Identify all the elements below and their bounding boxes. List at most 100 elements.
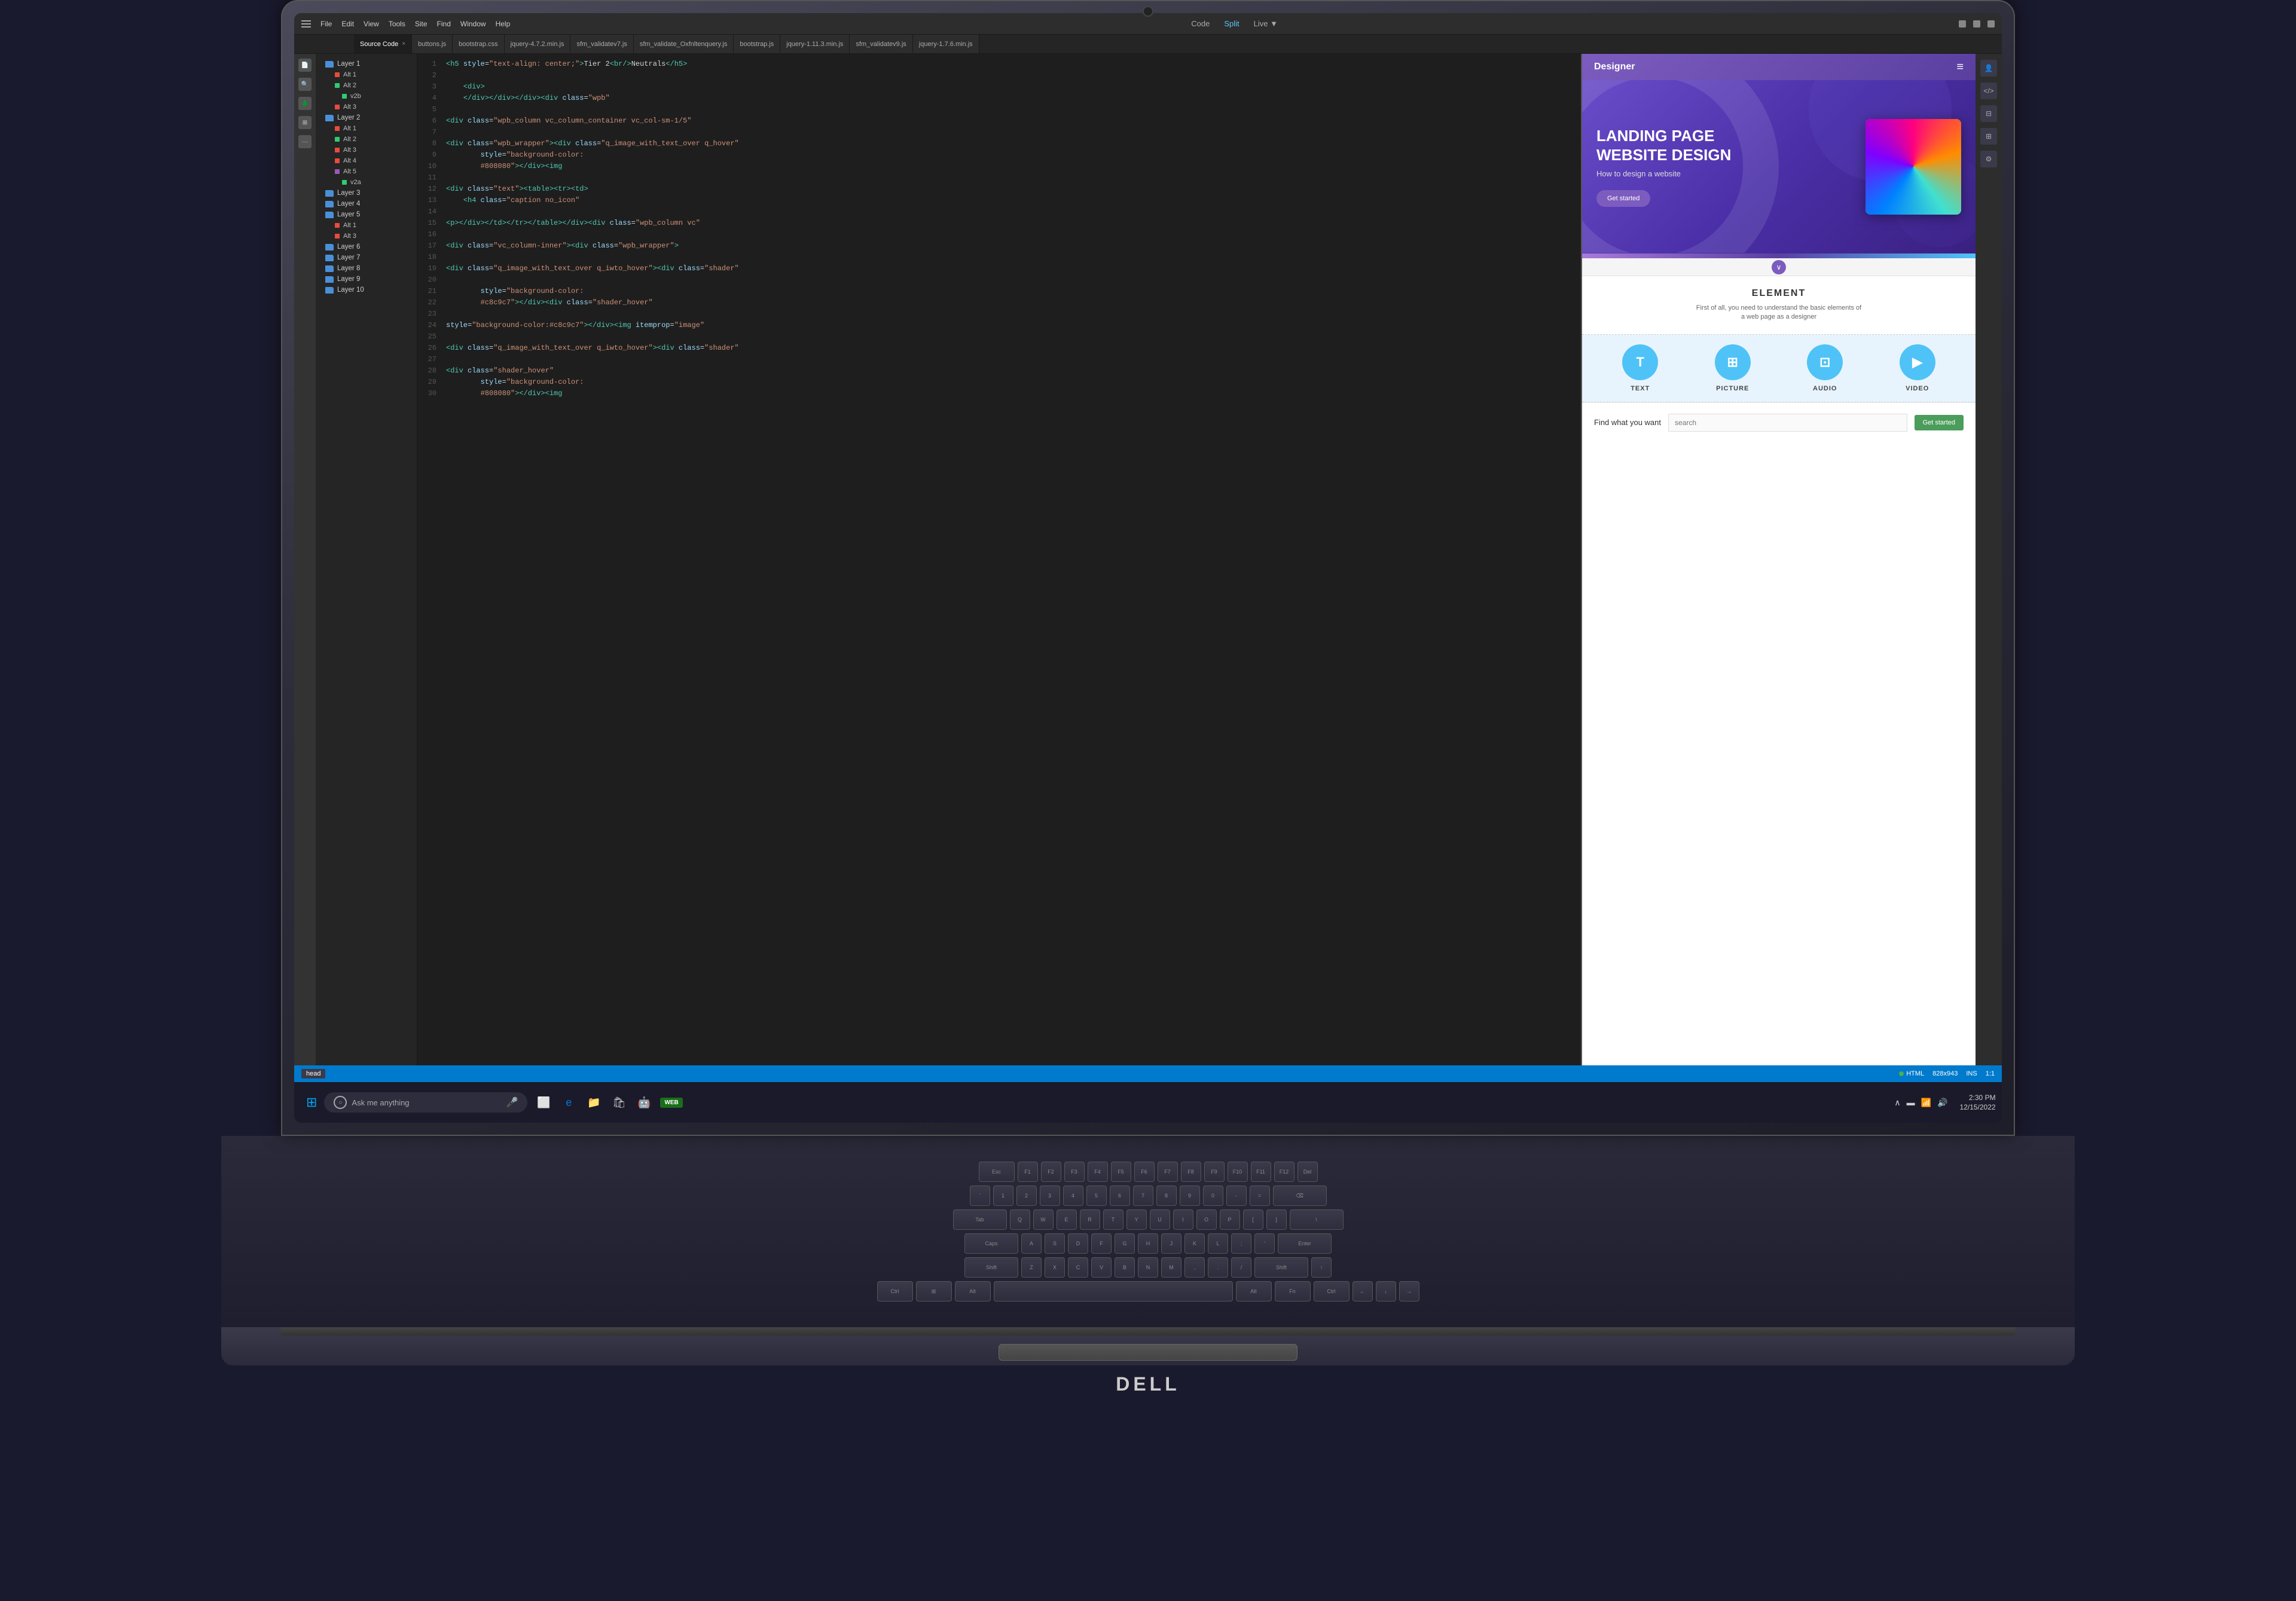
- key-z[interactable]: Z: [1021, 1257, 1042, 1278]
- layer-2-alt2[interactable]: Alt 2: [316, 134, 417, 145]
- key-0[interactable]: 0: [1203, 1186, 1223, 1206]
- maximize-button[interactable]: [1973, 20, 1980, 28]
- key-k[interactable]: K: [1184, 1233, 1205, 1254]
- key-esc[interactable]: Esc: [979, 1162, 1015, 1182]
- search-input[interactable]: [1668, 414, 1907, 432]
- key-alt-l[interactable]: Alt: [955, 1281, 991, 1301]
- file-tab-bootstrap-js[interactable]: bootstrap.js: [734, 35, 780, 54]
- key-enter[interactable]: Enter: [1278, 1233, 1332, 1254]
- layer-2[interactable]: Layer 2: [316, 112, 417, 123]
- menu-file[interactable]: File: [320, 20, 332, 28]
- key-f9[interactable]: F9: [1204, 1162, 1225, 1182]
- rsb-icon-grid[interactable]: ⊞: [1980, 128, 1997, 145]
- trackpad[interactable]: [999, 1344, 1297, 1361]
- layer-6[interactable]: Layer 6: [316, 242, 417, 252]
- rsb-icon-settings[interactable]: ⚙: [1980, 151, 1997, 167]
- key-9[interactable]: 9: [1180, 1186, 1200, 1206]
- key-m[interactable]: M: [1161, 1257, 1181, 1278]
- windows-logo[interactable]: ⊞: [306, 1095, 317, 1110]
- layer-1-alt1[interactable]: Alt 1: [316, 69, 417, 80]
- key-win[interactable]: ⊞: [916, 1281, 952, 1301]
- web-badge[interactable]: WEB: [660, 1098, 682, 1108]
- key-f3[interactable]: F3: [1064, 1162, 1085, 1182]
- key-quote[interactable]: ': [1254, 1233, 1275, 1254]
- key-bracket-l[interactable]: [: [1243, 1209, 1263, 1230]
- search-get-started-button[interactable]: Get started: [1915, 415, 1964, 430]
- file-tab-jquery[interactable]: jquery-4.7.2.min.js: [505, 35, 571, 54]
- file-tab-bootstrap-css[interactable]: bootstrap.css: [453, 35, 504, 54]
- tab-code[interactable]: Code: [1191, 19, 1210, 28]
- volume-icon[interactable]: 🔊: [1937, 1098, 1947, 1108]
- key-l[interactable]: L: [1208, 1233, 1228, 1254]
- key-capslock[interactable]: Caps: [964, 1233, 1018, 1254]
- key-period[interactable]: .: [1208, 1257, 1228, 1278]
- key-equals[interactable]: =: [1250, 1186, 1270, 1206]
- key-e[interactable]: E: [1057, 1209, 1077, 1230]
- key-p[interactable]: P: [1220, 1209, 1240, 1230]
- key-u[interactable]: U: [1150, 1209, 1170, 1230]
- key-b[interactable]: B: [1115, 1257, 1135, 1278]
- layer-4[interactable]: Layer 4: [316, 198, 417, 209]
- taskbar-search[interactable]: ○ Ask me anything 🎤: [324, 1092, 527, 1113]
- file-tab-sfm2[interactable]: sfm_validate_Oxfnltenquery.js: [634, 35, 734, 54]
- key-y[interactable]: Y: [1126, 1209, 1147, 1230]
- key-backtick[interactable]: `: [970, 1186, 990, 1206]
- key-up[interactable]: ↑: [1311, 1257, 1332, 1278]
- layer-5-alt3[interactable]: Alt 3: [316, 231, 417, 242]
- key-s[interactable]: S: [1045, 1233, 1065, 1254]
- key-d[interactable]: D: [1068, 1233, 1088, 1254]
- key-x[interactable]: X: [1045, 1257, 1065, 1278]
- key-f8[interactable]: F8: [1181, 1162, 1201, 1182]
- menu-tools[interactable]: Tools: [389, 20, 405, 28]
- file-tab-sfm1[interactable]: sfm_validatev7.js: [570, 35, 633, 54]
- key-7[interactable]: 7: [1133, 1186, 1153, 1206]
- layer-7[interactable]: Layer 7: [316, 252, 417, 263]
- key-2[interactable]: 2: [1016, 1186, 1037, 1206]
- edge-icon[interactable]: e: [560, 1093, 578, 1111]
- menu-window[interactable]: Window: [460, 20, 486, 28]
- code-area[interactable]: 12345678910 11121314151617181920 2122232…: [417, 54, 1581, 1065]
- sidebar-icon-search[interactable]: 🔍: [298, 78, 312, 91]
- key-right[interactable]: →: [1399, 1281, 1419, 1301]
- file-tab-jquery3[interactable]: jquery-1.7.6.min.js: [913, 35, 979, 54]
- video-icon-circle[interactable]: ▶: [1900, 344, 1935, 380]
- key-8[interactable]: 8: [1156, 1186, 1177, 1206]
- taskview-icon[interactable]: ⬜: [535, 1093, 552, 1111]
- key-3[interactable]: 3: [1040, 1186, 1060, 1206]
- android-icon[interactable]: 🤖: [635, 1093, 653, 1111]
- sidebar-icon-layers[interactable]: ⊞: [298, 116, 312, 129]
- key-bracket-r[interactable]: ]: [1266, 1209, 1287, 1230]
- store-icon[interactable]: 🛍: [610, 1093, 628, 1111]
- key-5[interactable]: 5: [1086, 1186, 1107, 1206]
- text-icon-circle[interactable]: T: [1622, 344, 1658, 380]
- layer-10[interactable]: Layer 10: [316, 285, 417, 295]
- key-n[interactable]: N: [1138, 1257, 1158, 1278]
- key-ctrl-l[interactable]: Ctrl: [877, 1281, 913, 1301]
- sidebar-icon-more[interactable]: ···: [298, 135, 312, 148]
- key-r[interactable]: R: [1080, 1209, 1100, 1230]
- key-down[interactable]: ↓: [1376, 1281, 1396, 1301]
- key-semicolon[interactable]: ;: [1231, 1233, 1251, 1254]
- layer-3[interactable]: Layer 3: [316, 188, 417, 198]
- designer-menu-icon[interactable]: ≡: [1956, 60, 1964, 74]
- key-1[interactable]: 1: [993, 1186, 1013, 1206]
- key-f12[interactable]: F12: [1274, 1162, 1294, 1182]
- key-o[interactable]: O: [1196, 1209, 1217, 1230]
- menu-view[interactable]: View: [364, 20, 379, 28]
- key-f5[interactable]: F5: [1111, 1162, 1131, 1182]
- key-minus[interactable]: -: [1226, 1186, 1247, 1206]
- key-q[interactable]: Q: [1010, 1209, 1030, 1230]
- key-c[interactable]: C: [1068, 1257, 1088, 1278]
- key-f4[interactable]: F4: [1088, 1162, 1108, 1182]
- layer-5[interactable]: Layer 5: [316, 209, 417, 220]
- key-f2[interactable]: F2: [1041, 1162, 1061, 1182]
- layer-5-alt1[interactable]: Alt 1: [316, 220, 417, 231]
- menu-help[interactable]: Help: [496, 20, 511, 28]
- file-tab-sfm3[interactable]: sfm_validatev9.js: [850, 35, 912, 54]
- file-tab-buttons[interactable]: buttons.js: [412, 35, 453, 54]
- key-v[interactable]: V: [1091, 1257, 1112, 1278]
- key-slash[interactable]: /: [1231, 1257, 1251, 1278]
- layer-1-v2b[interactable]: v2b: [316, 91, 417, 102]
- layer-2-alt4[interactable]: Alt 4: [316, 155, 417, 166]
- key-4[interactable]: 4: [1063, 1186, 1083, 1206]
